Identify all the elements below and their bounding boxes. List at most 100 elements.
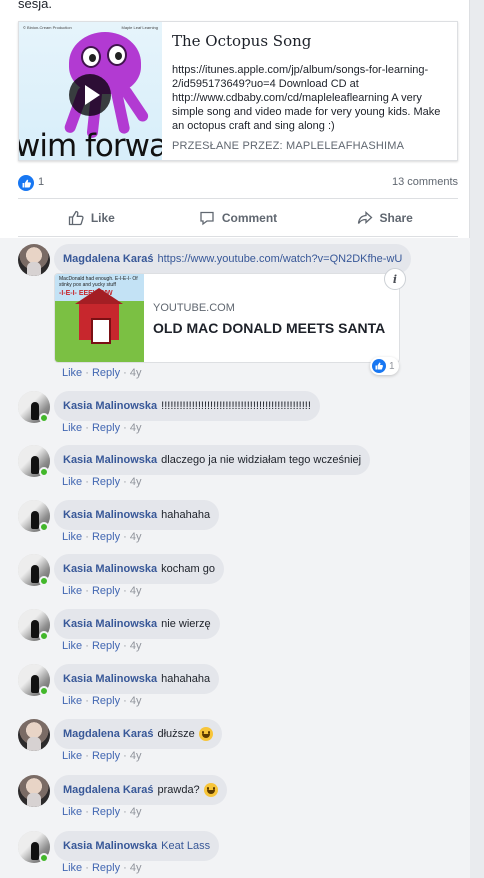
comment-meta: Like · Reply · 4y — [62, 806, 142, 818]
avatar[interactable] — [18, 775, 50, 807]
post-actions: Like Comment Share — [18, 204, 458, 232]
comment-meta: Like · Reply · 4y — [62, 640, 142, 652]
comment-age[interactable]: 4y — [130, 585, 142, 597]
comment-age[interactable]: 4y — [130, 640, 142, 652]
reaction-count[interactable]: 1 — [38, 176, 44, 188]
comment-meta: Like · Reply · 4y — [62, 476, 142, 488]
comment-mention-link[interactable]: Keat Lass — [161, 840, 210, 852]
comment-meta: Like · Reply · 4y — [62, 422, 142, 434]
comment-author[interactable]: Kasia Malinowska — [63, 509, 157, 521]
like-button[interactable]: Like — [18, 204, 165, 232]
comment-like-link[interactable]: Like — [62, 695, 82, 707]
comment-like-link[interactable]: Like — [62, 531, 82, 543]
comment-like-link[interactable]: Like — [62, 640, 82, 652]
comment-bubble: Magdalena Karaś dłuższe — [54, 719, 222, 749]
card-body: The Octopus Song https://itunes.apple.co… — [172, 32, 454, 133]
comment-reply-link[interactable]: Reply — [92, 695, 120, 707]
comment-age[interactable]: 4y — [130, 476, 142, 488]
video-thumbnail[interactable]: © Binion-Cream Production Maple Leaf Lea… — [19, 22, 162, 161]
comment-reply-link[interactable]: Reply — [92, 367, 120, 379]
comment-author[interactable]: Kasia Malinowska — [63, 400, 157, 412]
card-source: PRZESŁANE PRZEZ: MAPLELEAFHASHIMA — [172, 140, 405, 152]
preview-title[interactable]: OLD MAC DONALD MEETS SANTA — [153, 320, 385, 336]
comment-author[interactable]: Magdalena Karaś — [63, 784, 153, 796]
comment-reply-link[interactable]: Reply — [92, 640, 120, 652]
comment-author[interactable]: Magdalena Karaś — [63, 728, 153, 740]
online-status-icon — [39, 686, 49, 696]
comment-bubble: Magdalena Karaś https://www.youtube.com/… — [54, 244, 412, 274]
comment-reply-link[interactable]: Reply — [92, 806, 120, 818]
comment-text: kocham go — [161, 563, 215, 575]
comment-reply-link[interactable]: Reply — [92, 585, 120, 597]
comment-author[interactable]: Kasia Malinowska — [63, 673, 157, 685]
comment-bubble: Kasia Malinowska Keat Lass — [54, 831, 220, 861]
comment-reply-link[interactable]: Reply — [92, 862, 120, 874]
comment-reaction-badge[interactable]: 1 — [370, 357, 399, 375]
post-card: sesja. © Binion-Cream Production Maple L… — [0, 0, 470, 878]
comment-author[interactable]: Magdalena Karaś — [63, 253, 153, 265]
comment-meta: Like · Reply · 4y — [62, 585, 142, 597]
comment-author[interactable]: Kasia Malinowska — [63, 618, 157, 630]
online-status-icon — [39, 467, 49, 477]
divider — [18, 198, 458, 199]
comment-bubble: Magdalena Karaś prawda? — [54, 775, 227, 805]
online-status-icon — [39, 631, 49, 641]
comment-age[interactable]: 4y — [130, 695, 142, 707]
play-icon[interactable] — [69, 74, 111, 116]
barn-illustration — [75, 288, 123, 344]
reactions-summary: 1 13 comments — [18, 175, 458, 191]
comment-author[interactable]: Kasia Malinowska — [63, 840, 157, 852]
comment-like-link[interactable]: Like — [62, 367, 82, 379]
comment-link[interactable]: https://www.youtube.com/watch?v=QN2DKfhe… — [157, 253, 402, 265]
comment-author[interactable]: Kasia Malinowska — [63, 563, 157, 575]
preview-thumbnail[interactable]: MacDonald had enough. E-I-E-I- Of stinky… — [55, 274, 144, 362]
info-icon[interactable]: i — [384, 268, 406, 290]
comment-text: nie wierzę — [161, 618, 211, 630]
comment-author[interactable]: Kasia Malinowska — [63, 454, 157, 466]
online-status-icon — [39, 413, 49, 423]
preview-source: YOUTUBE.COM — [153, 302, 235, 314]
comment-button[interactable]: Comment — [165, 204, 312, 232]
comment-like-link[interactable]: Like — [62, 585, 82, 597]
comment-like-link[interactable]: Like — [62, 476, 82, 488]
comment-age[interactable]: 4y — [130, 750, 142, 762]
comment-icon — [200, 211, 214, 226]
like-reaction-icon[interactable] — [18, 175, 34, 191]
comment-age[interactable]: 4y — [130, 531, 142, 543]
comment-age[interactable]: 4y — [130, 862, 142, 874]
comment-age[interactable]: 4y — [130, 367, 142, 379]
comment-age[interactable]: 4y — [130, 806, 142, 818]
comment-age[interactable]: 4y — [130, 422, 142, 434]
comment-reply-link[interactable]: Reply — [92, 422, 120, 434]
comments-count[interactable]: 13 comments — [392, 176, 458, 188]
comment-like-link[interactable]: Like — [62, 750, 82, 762]
comment-text: prawda? — [157, 784, 200, 796]
share-icon — [357, 211, 372, 224]
comment-bubble: Kasia Malinowska kocham go — [54, 554, 224, 584]
comment-reply-link[interactable]: Reply — [92, 476, 120, 488]
comment-reply-link[interactable]: Reply — [92, 750, 120, 762]
avatar[interactable] — [18, 719, 50, 751]
comment-like-link[interactable]: Like — [62, 806, 82, 818]
card-title[interactable]: The Octopus Song — [172, 32, 454, 50]
avatar[interactable] — [18, 244, 50, 276]
thumbnail-caption: wim forwar — [19, 128, 162, 161]
online-status-icon — [39, 853, 49, 863]
comment-reaction-count: 1 — [389, 360, 395, 372]
thumbnail-credits: © Binion-Cream Production Maple Leaf Lea… — [23, 25, 158, 30]
shared-link-card[interactable]: © Binion-Cream Production Maple Leaf Lea… — [18, 21, 458, 161]
comment-bubble: Kasia Malinowska nie wierzę — [54, 609, 220, 639]
comment-like-link[interactable]: Like — [62, 422, 82, 434]
divider — [18, 236, 458, 237]
comment-like-link[interactable]: Like — [62, 862, 82, 874]
comment-text: dlaczego ja nie widziałam tego wcześniej — [161, 454, 362, 466]
comment-meta: Like · Reply · 4y — [62, 750, 142, 762]
online-status-icon — [39, 576, 49, 586]
post-text: sesja. — [18, 0, 52, 11]
share-button[interactable]: Share — [311, 204, 458, 232]
link-preview[interactable]: MacDonald had enough. E-I-E-I- Of stinky… — [54, 273, 400, 363]
preview-thumbnail-text: MacDonald had enough. E-I-E-I- Of stinky… — [59, 276, 138, 288]
comment-reply-link[interactable]: Reply — [92, 531, 120, 543]
comment-bubble: Kasia Malinowska hahahaha — [54, 500, 220, 530]
thumbs-up-icon — [68, 210, 84, 226]
